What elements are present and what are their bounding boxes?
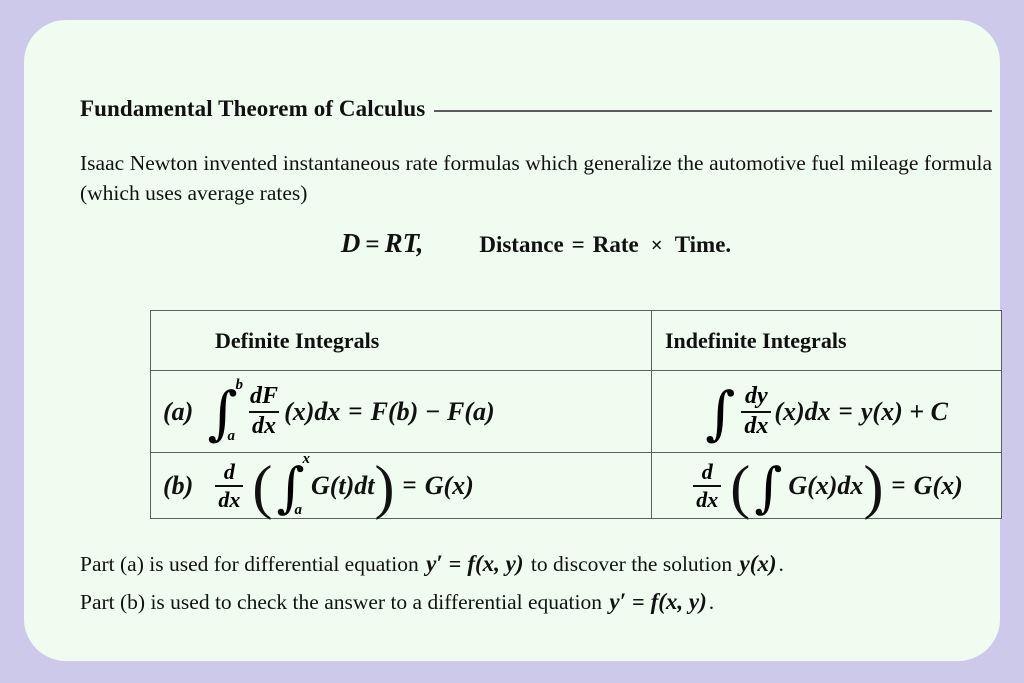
equals-sign: = [348,397,363,425]
integral-limits-a: b a [228,377,244,444]
note-a-math-rhs: f(x, y) [467,551,524,576]
formula-symbol-d: D [340,228,361,258]
cell-definite-b-inner: (b) d dx ( ∫ x a G(t)dt ) = G(x) [151,451,663,520]
fraction-d-dx: d dx [215,458,244,512]
cell-indefinite-b: d dx ( ∫ G(x)dx ) = G(x) [651,452,1002,519]
fraction-denominator: dx [215,484,244,512]
fraction-dF-dx: dF dx [247,382,281,440]
integral-sign-icon: ∫ [705,379,736,448]
fraction-numerator: dF [250,382,279,409]
note-b-math-lhs: y′ [609,589,627,614]
open-paren-icon: ( [730,453,751,520]
note-a-middle: to discover the solution [530,552,733,576]
note-b-end: . [708,590,715,614]
display-formula: D = RT, Distance = Rate × Time. [80,228,992,259]
page-title: Fundamental Theorem of Calculus [80,96,426,121]
fraction-d-dx: d dx [693,458,722,512]
formula-equals: = [365,231,380,258]
open-paren-icon: ( [252,453,273,520]
cell-indefinite-a-inner: ∫ dy dx (x)dx = y(x) + C [652,371,1001,452]
fraction-denominator: dx [693,484,722,512]
integrals-table: Definite Integrals Indefinite Integrals … [150,310,1002,519]
equals-sign: = [402,471,417,499]
note-part-a: Part (a) is used for differential equati… [80,550,784,578]
table-row: (b) d dx ( ∫ x a G(t)dt ) = G(x) d dx (… [150,451,1002,519]
title-divider-rule [434,110,992,112]
integral-operand: (x)dx [284,396,341,426]
fraction-numerator: d [701,458,713,484]
integral-upper-limit: x [302,450,310,467]
cell-definite-a: (a) ∫ b a dF dx (x)dx = F(b) − F(a) [150,370,652,453]
cell-indefinite-a: ∫ dy dx (x)dx = y(x) + C [651,370,1002,453]
integral-sign-icon: ∫ [754,455,783,519]
integral-result: F(b) − F(a) [370,396,495,426]
slide-card: Fundamental Theorem of Calculus Isaac Ne… [24,20,1002,661]
cell-definite-a-inner: (a) ∫ b a dF dx (x)dx = F(b) − F(a) [151,371,663,452]
fraction-denominator: dx [249,410,280,440]
cell-definite-b: (b) d dx ( ∫ x a G(t)dt ) = G(x) [150,451,652,519]
fraction-numerator: d [223,458,235,484]
integral-operand: G(t)dt [310,470,375,500]
formula-word-distance: Distance [479,232,564,257]
note-b-math-rhs: f(x, y) [650,589,707,614]
note-a-lead: Part (a) is used for differential equati… [80,552,419,576]
note-b-lead: Part (b) is used to check the answer to … [80,590,602,614]
header-indefinite-integrals: Indefinite Integrals [651,310,1002,371]
integral-result: G(x) [424,470,474,500]
note-a-math-equals: = [448,551,462,576]
row-label-a: (a) [163,396,194,426]
title-row: Fundamental Theorem of Calculus [80,96,992,122]
integral-result: G(x) [913,470,963,500]
multiplication-icon: × [650,233,663,257]
equals-sign: = [838,397,853,425]
formula-comma: , [416,228,424,258]
integral-upper-limit: b [235,376,244,393]
close-paren-icon: ) [863,453,884,520]
formula-word-rate: Rate [592,232,639,257]
fraction-dy-dx: dy dx [741,382,772,440]
note-a-math-tail: y(x) [739,551,777,576]
table-header-row: Definite Integrals Indefinite Integrals [150,310,1002,371]
integral-lower-limit: a [227,427,236,444]
formula-word-time: Time. [674,232,732,257]
note-b-math-equals: = [632,589,645,614]
fraction-denominator: dx [741,410,772,440]
row-label-b: (b) [163,470,194,500]
intro-paragraph: Isaac Newton invented instantaneous rate… [80,151,992,205]
display-formula-inner: D = RT, Distance = Rate × Time. [341,228,731,259]
note-a-math-lhs: y′ [426,551,443,576]
note-part-b: Part (b) is used to check the answer to … [80,588,714,616]
note-a-end: . [778,552,784,576]
formula-symbol-rt: RT [384,228,417,258]
integral-result: y(x) + C [860,396,948,426]
fraction-numerator: dy [744,382,768,409]
formula-word-equals: = [571,232,585,257]
header-definite-integrals: Definite Integrals [150,310,652,371]
equals-sign: = [891,471,906,499]
integral-limits-b: x a [294,451,310,518]
integral-operand: (x)dx [774,396,831,426]
cell-indefinite-b-inner: d dx ( ∫ G(x)dx ) = G(x) [652,453,1001,518]
integral-lower-limit: a [294,501,302,518]
close-paren-icon: ) [374,453,395,520]
table-row: (a) ∫ b a dF dx (x)dx = F(b) − F(a) ∫ dy… [150,370,1002,453]
integral-operand: G(x)dx [788,470,864,500]
